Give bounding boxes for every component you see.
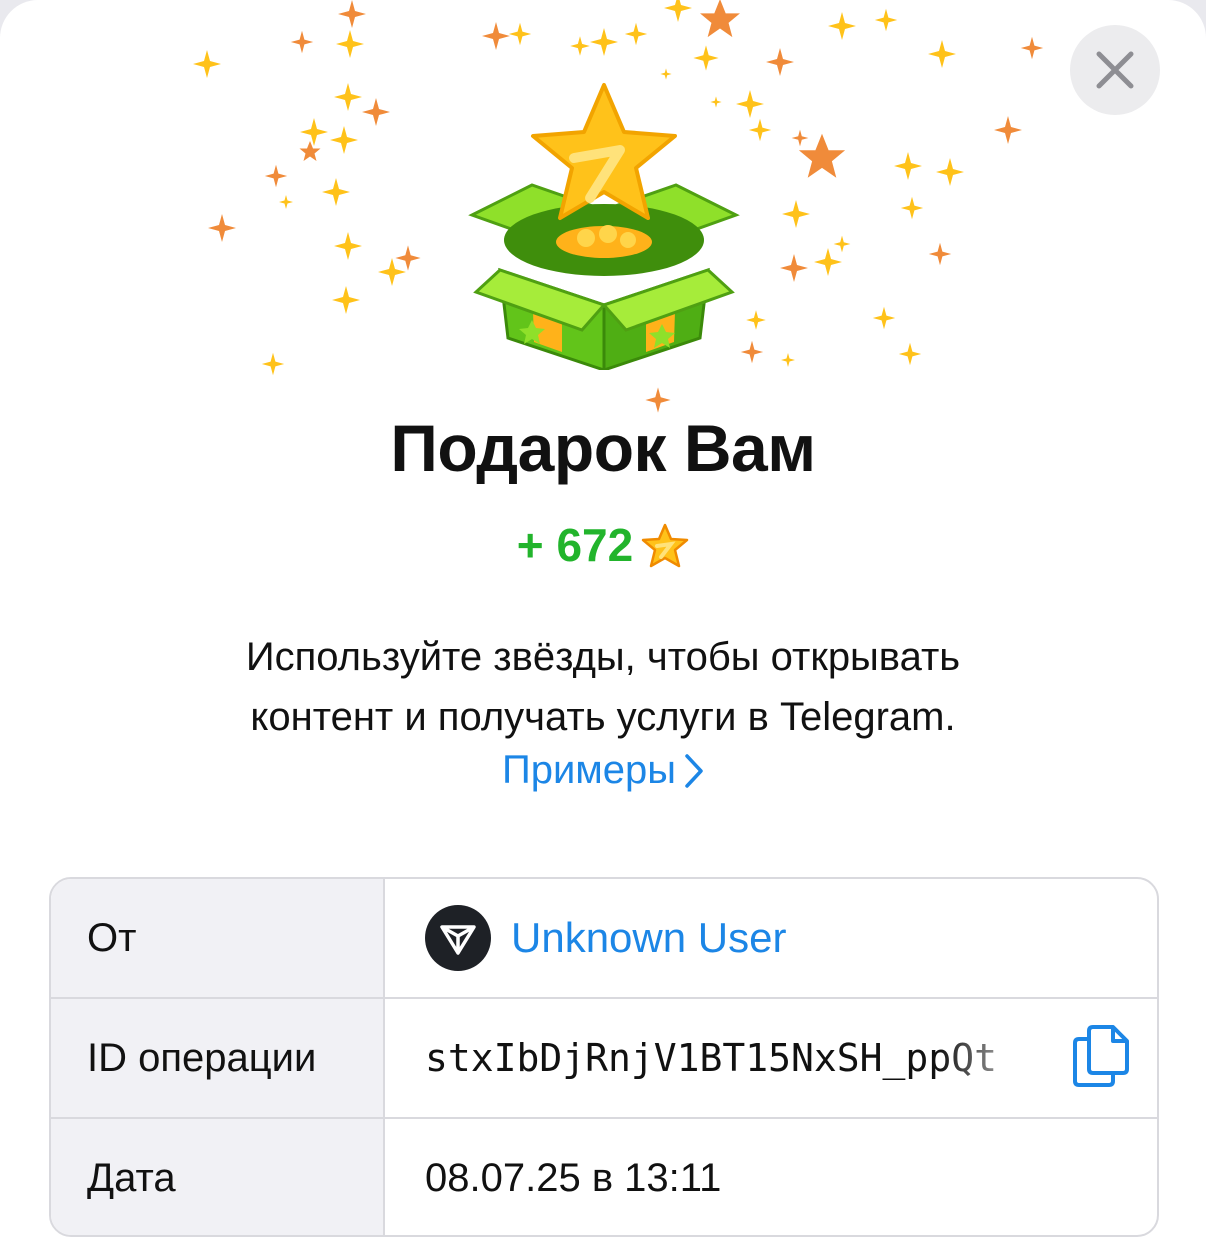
stars-amount: + 672 (0, 518, 1206, 572)
sender-name-link[interactable]: Unknown User (511, 914, 786, 962)
close-button[interactable] (1070, 25, 1160, 115)
details-value: Unknown User (385, 879, 1157, 997)
transaction-id-value[interactable]: stxIbDjRnjV1BT15NxSH_ppQt (425, 1036, 1051, 1080)
details-value: stxIbDjRnjV1BT15NxSH_ppQt (385, 999, 1157, 1117)
description-line-2: контент и получать услуги в Telegram. (250, 695, 956, 739)
stars-description: Используйте звёзды, чтобы открывать конт… (100, 627, 1106, 747)
telegram-star-icon (641, 523, 689, 568)
gift-box-star-icon (468, 83, 740, 370)
details-row-transaction-id: ID операции stxIbDjRnjV1BT15NxSH_ppQt (51, 997, 1157, 1117)
chevron-right-icon (685, 754, 703, 788)
gift-sheet: Подарок Вам + 672 Используйте звёзды, чт… (0, 0, 1206, 1254)
details-label: ID операции (51, 999, 385, 1117)
examples-link[interactable]: Примеры (0, 748, 1206, 793)
copy-icon[interactable] (1071, 1023, 1131, 1089)
transaction-details-table: От Unknown User ID операции stxIbDjRnjV1… (49, 877, 1159, 1237)
details-value: 08.07.25 в 13:11 (425, 1155, 722, 1200)
close-icon (1096, 51, 1134, 89)
details-label: Дата (51, 1119, 385, 1235)
gift-title: Подарок Вам (390, 411, 816, 485)
details-row-date: Дата 08.07.25 в 13:11 (51, 1117, 1157, 1235)
details-row-from: От Unknown User (51, 879, 1157, 997)
description-line-1: Используйте звёзды, чтобы открывать (245, 635, 961, 679)
anonymous-user-avatar-icon[interactable] (425, 905, 491, 971)
details-label: От (51, 879, 385, 997)
stars-amount-value: + 672 (516, 519, 634, 571)
examples-link-label: Примеры (501, 748, 677, 792)
